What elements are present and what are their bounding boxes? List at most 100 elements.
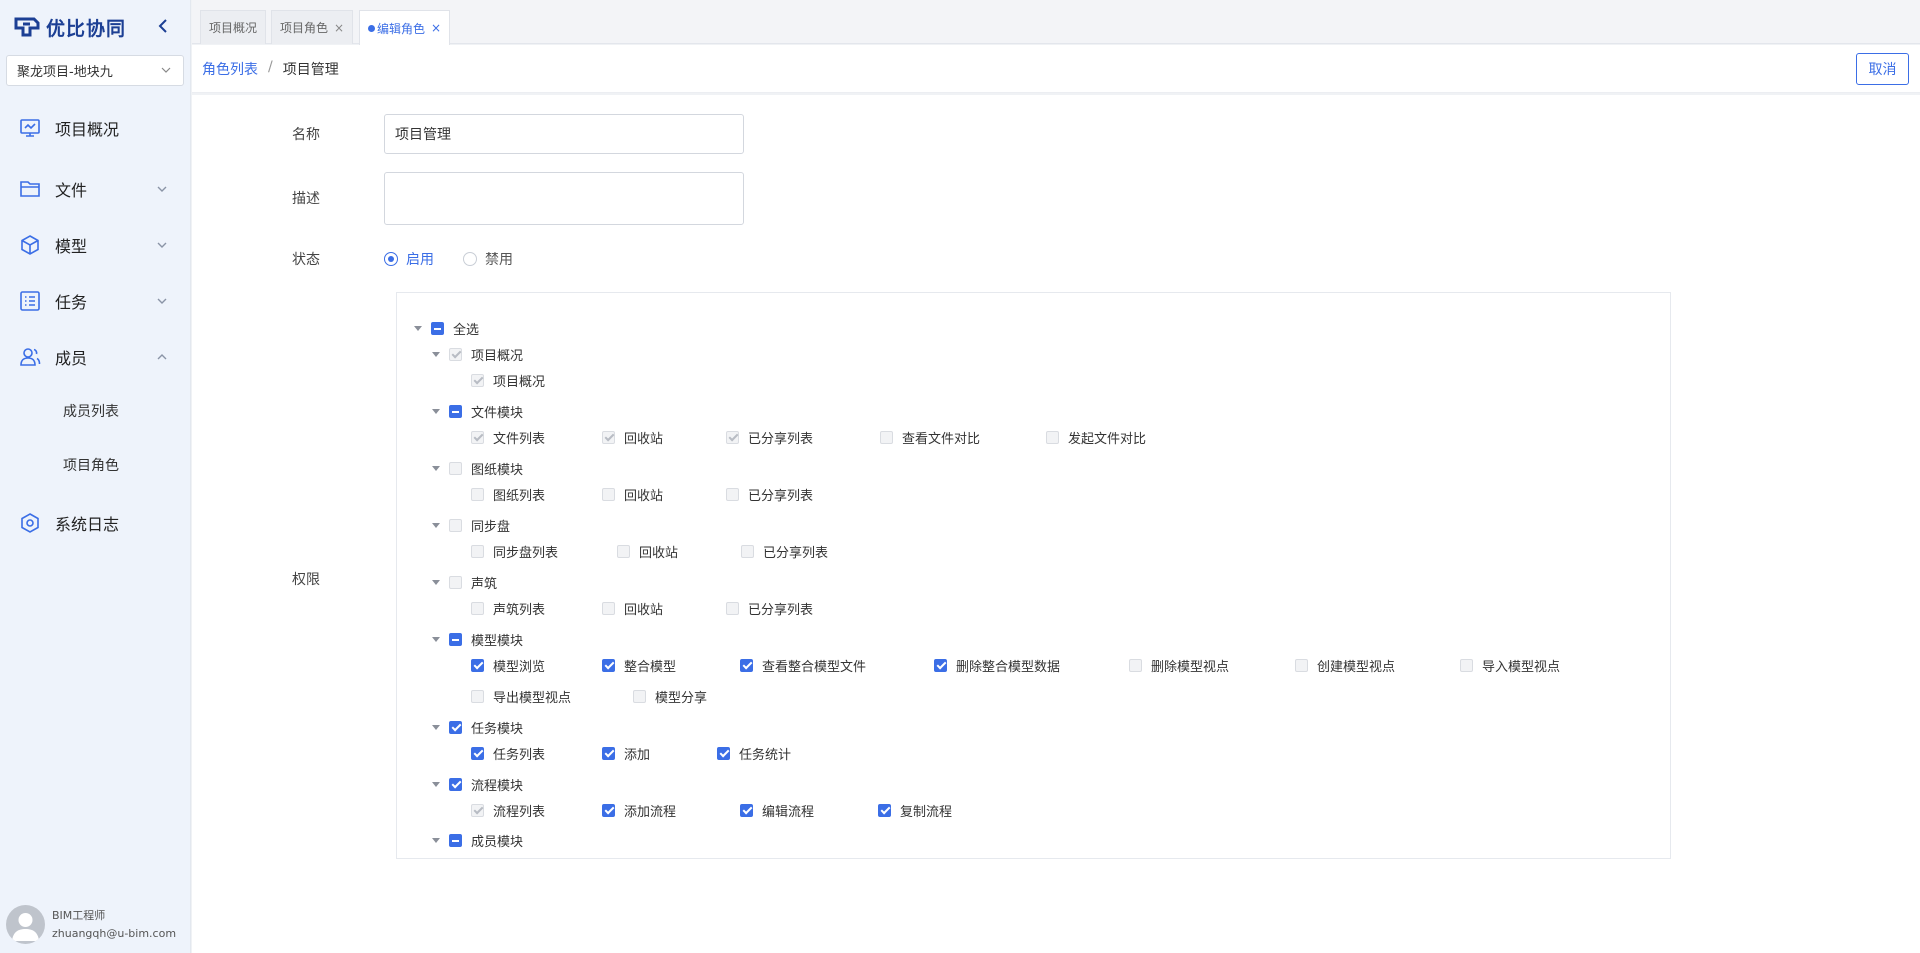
tree-node-leaf[interactable]: 查看文件对比	[880, 428, 980, 447]
collapse-sidebar-icon[interactable]	[156, 17, 170, 35]
sidebar-item-files[interactable]: 文件	[0, 169, 190, 209]
tree-node-leaf[interactable]: 任务统计	[717, 744, 791, 763]
tree-node-leaf[interactable]: 声筑列表	[471, 599, 545, 618]
expand-caret-icon[interactable]	[432, 725, 440, 730]
checkbox[interactable]	[471, 544, 484, 558]
tree-node-leaf[interactable]: 模型浏览	[471, 656, 545, 675]
checkbox[interactable]	[633, 689, 646, 703]
checkbox[interactable]	[602, 746, 615, 760]
sidebar-item-members[interactable]: 成员	[0, 337, 190, 377]
status-enabled-radio[interactable]: 启用	[384, 249, 434, 269]
tree-node-leaf[interactable]: 删除整合模型数据	[934, 656, 1060, 675]
checkbox[interactable]	[726, 487, 739, 501]
checkbox[interactable]	[449, 833, 462, 847]
checkbox[interactable]	[602, 430, 615, 444]
checkbox[interactable]	[934, 658, 947, 672]
checkbox[interactable]	[741, 544, 754, 558]
checkbox[interactable]	[471, 373, 484, 387]
tree-node-group[interactable]: 模型模块	[449, 630, 523, 649]
expand-caret-icon[interactable]	[432, 637, 440, 642]
app-logo[interactable]: 优比协同	[14, 14, 126, 40]
tree-node-group[interactable]: 任务模块	[449, 718, 523, 737]
checkbox[interactable]	[471, 803, 484, 817]
checkbox[interactable]	[449, 777, 462, 791]
project-select[interactable]: 聚龙项目-地块九	[6, 55, 184, 86]
tab-project-roles[interactable]: 项目角色 ×	[271, 10, 354, 44]
tree-node-leaf[interactable]: 编辑流程	[740, 801, 814, 820]
tree-node-leaf[interactable]: 图纸列表	[471, 485, 545, 504]
tree-node-leaf[interactable]: 添加	[602, 744, 650, 763]
tree-node-leaf[interactable]: 回收站	[617, 542, 678, 561]
tree-node-leaf[interactable]: 发起文件对比	[1046, 428, 1146, 447]
checkbox[interactable]	[1460, 658, 1473, 672]
checkbox[interactable]	[602, 658, 615, 672]
tree-node-select-all[interactable]: 全选	[431, 319, 479, 338]
expand-caret-icon[interactable]	[432, 409, 440, 414]
tree-node-leaf[interactable]: 已分享列表	[726, 599, 813, 618]
tree-node-leaf[interactable]: 任务列表	[471, 744, 545, 763]
checkbox[interactable]	[471, 689, 484, 703]
checkbox[interactable]	[449, 461, 462, 475]
tree-node-leaf[interactable]: 项目概况	[471, 371, 545, 390]
tree-node-leaf[interactable]: 整合模型	[602, 656, 676, 675]
checkbox[interactable]	[471, 487, 484, 501]
sidebar-subitem-member-list[interactable]: 成员列表	[0, 393, 190, 429]
breadcrumb-role-list[interactable]: 角色列表	[202, 59, 258, 79]
tree-node-leaf[interactable]: 同步盘列表	[471, 542, 558, 561]
status-disabled-radio[interactable]: 禁用	[463, 249, 513, 269]
sidebar-item-system-log[interactable]: 系统日志	[0, 503, 190, 543]
tree-node-leaf[interactable]: 回收站	[602, 599, 663, 618]
tree-node-leaf[interactable]: 文件列表	[471, 428, 545, 447]
checkbox[interactable]	[449, 575, 462, 589]
tree-node-leaf[interactable]: 流程列表	[471, 801, 545, 820]
tree-node-leaf[interactable]: 回收站	[602, 485, 663, 504]
checkbox[interactable]	[471, 658, 484, 672]
tree-node-leaf[interactable]: 查看整合模型文件	[740, 656, 866, 675]
checkbox[interactable]	[602, 803, 615, 817]
expand-caret-icon[interactable]	[432, 523, 440, 528]
sidebar-item-models[interactable]: 模型	[0, 225, 190, 265]
tree-node-group[interactable]: 成员模块	[449, 831, 523, 850]
tab-project-overview[interactable]: 项目概况	[200, 10, 267, 44]
expand-caret-icon[interactable]	[414, 326, 422, 331]
tree-node-leaf[interactable]: 回收站	[602, 428, 663, 447]
tab-edit-role[interactable]: 编辑角色 ×	[359, 10, 451, 45]
expand-caret-icon[interactable]	[432, 580, 440, 585]
checkbox[interactable]	[878, 803, 891, 817]
tree-node-leaf[interactable]: 创建模型视点	[1295, 656, 1395, 675]
checkbox[interactable]	[726, 601, 739, 615]
checkbox[interactable]	[740, 658, 753, 672]
checkbox[interactable]	[602, 601, 615, 615]
checkbox[interactable]	[449, 518, 462, 532]
checkbox[interactable]	[1129, 658, 1142, 672]
tree-node-leaf[interactable]: 已分享列表	[726, 485, 813, 504]
tree-node-group[interactable]: 文件模块	[449, 402, 523, 421]
cancel-button[interactable]: 取消	[1856, 53, 1909, 85]
name-input[interactable]: 项目管理	[384, 114, 744, 154]
close-icon[interactable]: ×	[334, 21, 344, 35]
checkbox[interactable]	[880, 430, 893, 444]
user-profile[interactable]: BIM工程师 zhuangqh@u-bim.com	[6, 903, 186, 945]
checkbox[interactable]	[740, 803, 753, 817]
checkbox[interactable]	[617, 544, 630, 558]
tree-node-leaf[interactable]: 已分享列表	[726, 428, 813, 447]
checkbox[interactable]	[1046, 430, 1059, 444]
checkbox[interactable]	[1295, 658, 1308, 672]
expand-caret-icon[interactable]	[432, 466, 440, 471]
description-textarea[interactable]	[384, 172, 744, 225]
checkbox[interactable]	[449, 632, 462, 646]
tree-node-group[interactable]: 项目概况	[449, 345, 523, 364]
checkbox[interactable]	[717, 746, 730, 760]
tree-node-group[interactable]: 声筑	[449, 573, 497, 592]
close-icon[interactable]: ×	[431, 21, 441, 35]
expand-caret-icon[interactable]	[432, 838, 440, 843]
checkbox[interactable]	[449, 404, 462, 418]
checkbox[interactable]	[431, 321, 444, 335]
sidebar-subitem-project-roles[interactable]: 项目角色	[0, 447, 190, 483]
tree-node-leaf[interactable]: 复制流程	[878, 801, 952, 820]
checkbox[interactable]	[726, 430, 739, 444]
tree-node-leaf[interactable]: 添加流程	[602, 801, 676, 820]
tree-node-leaf[interactable]: 导入模型视点	[1460, 656, 1560, 675]
checkbox[interactable]	[602, 487, 615, 501]
tree-node-group[interactable]: 流程模块	[449, 775, 523, 794]
